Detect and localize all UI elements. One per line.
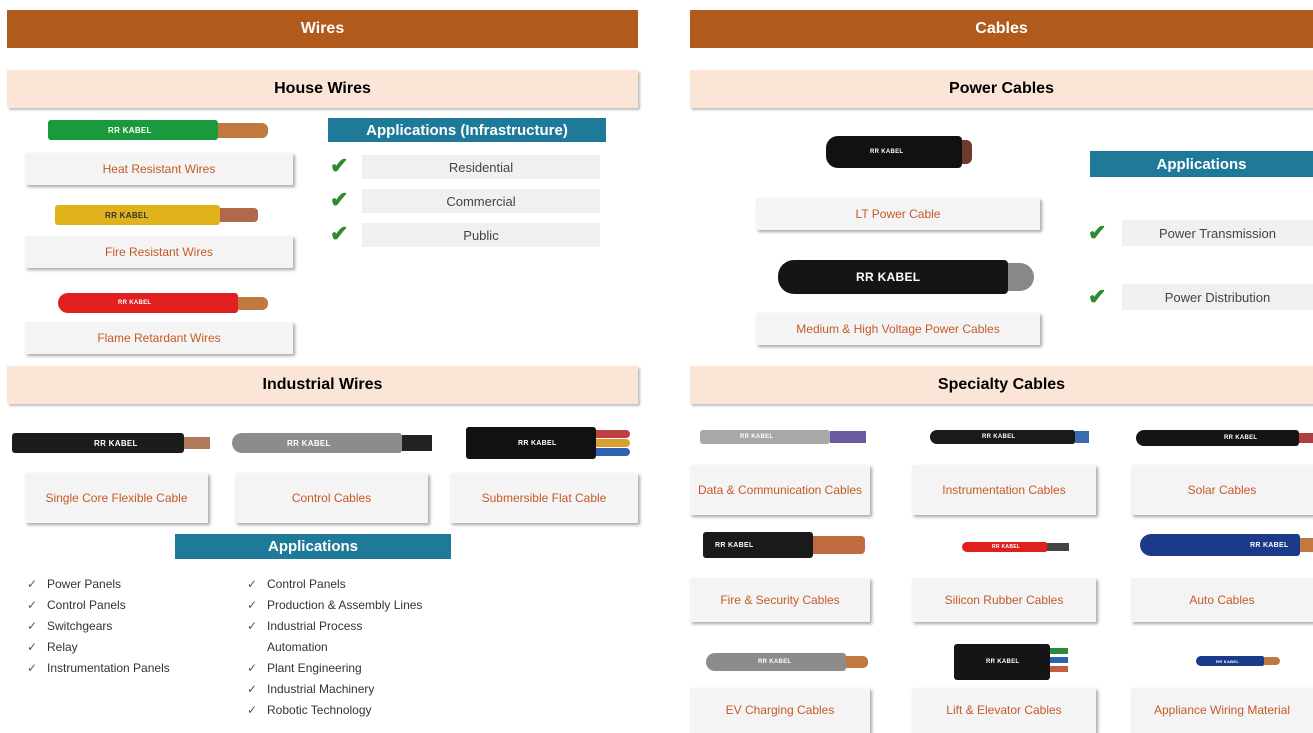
check-icon: ✔ (330, 153, 349, 178)
instrumentation-cables-label: Instrumentation Cables (912, 465, 1096, 515)
solar-cables-label: Solar Cables (1131, 465, 1313, 515)
house-wires-header: House Wires (7, 70, 638, 108)
silicon-rubber-cable-image: RR KABEL (962, 542, 1047, 552)
instrumentation-cable-tip (1075, 431, 1089, 443)
silicon-rubber-cables-label: Silicon Rubber Cables (912, 578, 1096, 622)
industrial-applications-list-1: Power Panels Control Panels Switchgears … (25, 574, 215, 679)
data-communication-cables-label: Data & Communication Cables (690, 465, 870, 515)
single-core-flexible-cable-label: Single Core Flexible Cable (25, 473, 208, 523)
ev-charging-cable-tip (846, 656, 868, 668)
single-core-cable-image: RR KABEL (12, 433, 184, 453)
instrumentation-cable-image: RR KABEL (930, 430, 1075, 444)
heat-resistant-wire-tip (218, 123, 268, 138)
list-item: Production & Assembly Lines (245, 595, 425, 616)
flame-retardant-wire-image: RR KABEL (58, 293, 238, 313)
flame-retardant-wire-tip (238, 297, 268, 310)
wires-header: Wires (7, 10, 638, 48)
check-icon: ✔ (1088, 284, 1107, 309)
industrial-applications-header: Applications (175, 534, 451, 559)
lt-power-cable-label: LT Power Cable (756, 198, 1040, 230)
submersible-flat-cable-image: RR KABEL (466, 427, 596, 459)
power-cables-applications-header: Applications (1090, 151, 1313, 177)
list-item: Control Panels (245, 574, 425, 595)
single-core-cable-tip (184, 437, 210, 449)
lift-elevator-cables-label: Lift & Elevator Cables (912, 688, 1096, 733)
list-item: Power Panels (25, 574, 215, 595)
fire-resistant-wires-label: Fire Resistant Wires (25, 236, 293, 268)
solar-cable-image: RR KABEL (1136, 430, 1299, 446)
auto-cable-tip (1300, 538, 1313, 552)
appliance-wiring-image: RR KABEL (1196, 656, 1264, 666)
check-icon: ✔ (1088, 220, 1107, 245)
industrial-wires-header: Industrial Wires (7, 366, 638, 404)
data-communication-cable-tip (830, 431, 866, 443)
submersible-core-yellow (596, 439, 630, 447)
lift-elevator-cable-image: RR KABEL (954, 644, 1050, 680)
list-item: Relay (25, 637, 215, 658)
mv-hv-power-cables-label: Medium & High Voltage Power Cables (756, 313, 1040, 345)
list-item: Switchgears (25, 616, 215, 637)
submersible-flat-cable-label: Submersible Flat Cable (450, 473, 638, 523)
heat-resistant-wire-image: RR KABEL (48, 120, 218, 140)
heat-resistant-wires-label: Heat Resistant Wires (25, 153, 293, 185)
appliance-wiring-tip (1264, 657, 1280, 665)
submersible-core-red (596, 430, 630, 438)
fire-resistant-wire-image: RR KABEL (55, 205, 220, 225)
lift-core-blue (1050, 657, 1068, 663)
lift-core-green (1050, 648, 1068, 654)
auto-cables-label: Auto Cables (1131, 578, 1313, 622)
ev-charging-cables-label: EV Charging Cables (690, 688, 870, 733)
industrial-applications-list-2: Control Panels Production & Assembly Lin… (245, 574, 425, 721)
check-icon: ✔ (330, 187, 349, 212)
list-item: Instrumentation Panels (25, 658, 215, 679)
flame-retardant-wires-label: Flame Retardant Wires (25, 322, 293, 354)
lt-power-cable-image: RR KABEL (826, 136, 962, 168)
fire-resistant-wire-tip (220, 208, 258, 222)
lift-core-red (1050, 666, 1068, 672)
data-communication-cable-image: RR KABEL (700, 430, 830, 444)
silicon-rubber-cable-tip (1047, 543, 1069, 551)
fire-security-cable-tip (813, 536, 865, 554)
house-wires-applications-header: Applications (Infrastructure) (328, 118, 606, 142)
list-item: Robotic Technology (245, 700, 425, 721)
check-icon: ✔ (330, 221, 349, 246)
mv-hv-power-cable-image: RR KABEL (778, 260, 1008, 294)
control-cables-label: Control Cables (235, 473, 428, 523)
application-power-transmission: Power Transmission (1122, 220, 1313, 246)
appliance-wiring-material-label: Appliance Wiring Material (1131, 688, 1313, 733)
power-cables-header: Power Cables (690, 70, 1313, 108)
cables-header: Cables (690, 10, 1313, 48)
application-commercial: Commercial (362, 189, 600, 213)
list-item: Industrial Process Automation (245, 616, 425, 658)
solar-cable-tip (1299, 433, 1313, 443)
auto-cable-image: RR KABEL (1140, 534, 1300, 556)
ev-charging-cable-image: RR KABEL (706, 653, 846, 671)
application-public: Public (362, 223, 600, 247)
application-residential: Residential (362, 155, 600, 179)
list-item: Plant Engineering (245, 658, 425, 679)
control-cable-image: RR KABEL (232, 433, 402, 453)
application-power-distribution: Power Distribution (1122, 284, 1313, 310)
fire-security-cables-label: Fire & Security Cables (690, 578, 870, 622)
fire-security-cable-image: RR KABEL (703, 532, 813, 558)
list-item: Control Panels (25, 595, 215, 616)
mv-hv-power-cable-tip (1008, 263, 1034, 291)
list-item: Industrial Machinery (245, 679, 425, 700)
lt-power-cable-tip (962, 140, 972, 164)
control-cable-tip (402, 435, 432, 451)
specialty-cables-header: Specialty Cables (690, 366, 1313, 404)
submersible-core-blue (596, 448, 630, 456)
